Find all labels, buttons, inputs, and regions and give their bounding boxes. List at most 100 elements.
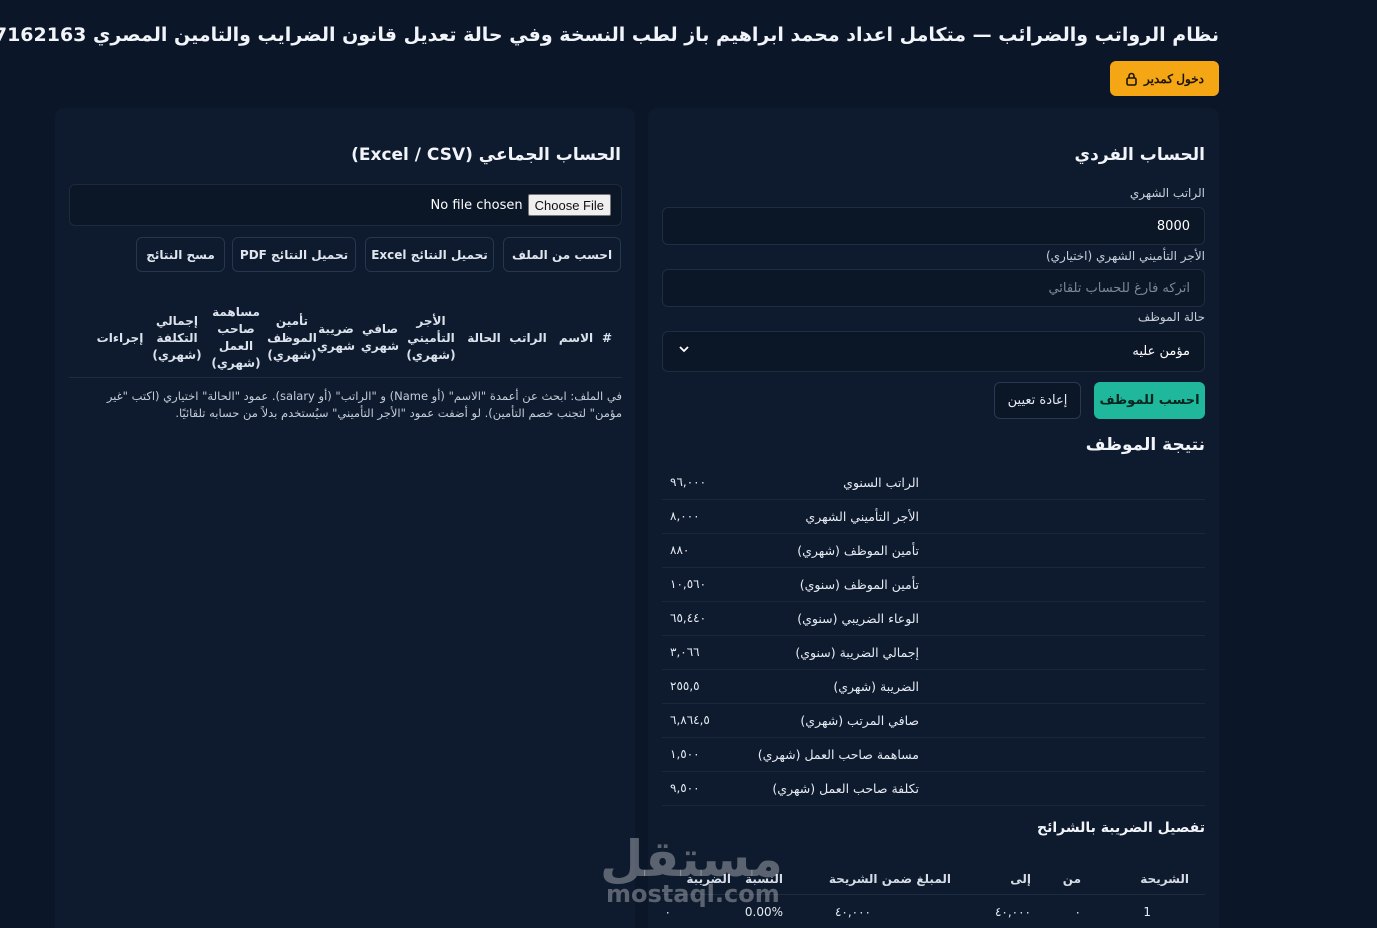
column-header: الحالة	[466, 330, 502, 347]
result-value: ٨٨٠	[670, 543, 690, 557]
result-value: ٣,٠٦٦	[670, 645, 700, 659]
result-label: إجمالي الضريبة (سنوي)	[795, 645, 919, 660]
column-header-line: إجمالي	[156, 313, 198, 328]
result-value: ٦,٨٦٤,٥	[670, 713, 710, 727]
brackets-header: الضريبة	[686, 872, 731, 886]
column-header-line: (شهري)	[211, 356, 261, 370]
single-title: الحساب الفردي	[1074, 145, 1205, 165]
brackets-cell: ٠	[664, 905, 671, 919]
result-value: ٨,٠٠٠	[670, 509, 700, 523]
result-row: تأمين الموظف (شهري) ٨٨٠	[662, 534, 1205, 568]
brackets-title: تفصيل الضريبة بالشرائح	[1037, 820, 1205, 836]
calculate-employee-button[interactable]: احسب للموظف	[1094, 382, 1205, 419]
result-row: مساهمة صاحب العمل (شهري) ١,٥٠٠	[662, 738, 1205, 772]
salary-label: الراتب الشهري	[1129, 186, 1205, 200]
result-row: الأجر التأميني الشهري ٨,٠٠٠	[662, 500, 1205, 534]
result-label: تكلفة صاحب العمل (شهري)	[772, 781, 919, 796]
result-row: تكلفة صاحب العمل (شهري) ٩,٥٠٠	[662, 772, 1205, 806]
column-header-line: #	[601, 330, 613, 345]
column-header-line: الراتب	[509, 330, 547, 345]
brackets-cell: 1	[1143, 905, 1151, 919]
column-header: ضريبة شهري	[314, 321, 358, 355]
column-header-line: العمل	[218, 339, 254, 353]
result-value: ٦٥,٤٤٠	[670, 611, 707, 625]
column-header-line: إجراءات	[96, 330, 144, 345]
result-label: الأجر التأميني الشهري	[805, 509, 919, 524]
result-value: ١,٥٠٠	[670, 747, 700, 761]
brackets-divider	[662, 894, 1205, 895]
download-pdf-button[interactable]: تحميل النتائج PDF	[232, 237, 356, 272]
result-label: مساهمة صاحب العمل (شهري)	[757, 747, 919, 762]
column-header: مساهمة صاحب العمل (شهري)	[208, 304, 264, 372]
column-header: صافي شهري	[360, 321, 400, 355]
brackets-cell: ٤٠,٠٠٠	[834, 905, 871, 919]
file-input[interactable]: No file chosen Choose File	[69, 184, 622, 226]
column-header-line: التكلفة	[156, 330, 198, 345]
chevron-down-icon	[679, 346, 689, 353]
lock-icon	[1126, 72, 1137, 86]
page-title: نظام الرواتب والضرائب — متكامل اعداد محم…	[0, 24, 1219, 46]
status-select[interactable]: مؤمن عليه	[662, 331, 1205, 372]
result-value: ٩,٥٠٠	[670, 781, 700, 795]
brackets-header: الشريحة	[1140, 872, 1189, 886]
brackets-header: من	[1062, 872, 1081, 886]
employee-result-title: نتيجة الموظف	[1085, 435, 1205, 455]
result-row: الضريبة (شهري) ٢٥٥,٥	[662, 670, 1205, 704]
column-header-line: مساهمة	[212, 305, 260, 319]
column-header-line: صاحب	[217, 322, 255, 336]
column-header-line: الحالة	[467, 330, 501, 345]
brackets-cell: ٤٠,٠٠٠	[994, 905, 1031, 919]
clear-results-button[interactable]: مسح النتائج	[136, 237, 225, 272]
result-row: الوعاء الضريبي (سنوي) ٦٥,٤٤٠	[662, 602, 1205, 636]
result-row: تأمين الموظف (سنوي) ١٠,٥٦٠	[662, 568, 1205, 602]
column-header-line: (شهري)	[267, 347, 317, 362]
download-excel-button[interactable]: تحميل النتائج Excel	[365, 237, 494, 272]
column-header-line: ضريبة	[318, 322, 354, 336]
admin-login-button[interactable]: دخول كمدير	[1110, 61, 1219, 96]
result-row: إجمالي الضريبة (سنوي) ٣,٠٦٦	[662, 636, 1205, 670]
column-header: الأجر التأميني (شهري)	[404, 313, 458, 364]
result-row: صافي المرتب (شهري) ٦,٨٦٤,٥	[662, 704, 1205, 738]
file-status: No file chosen	[430, 197, 523, 213]
admin-login-label: دخول كمدير	[1144, 71, 1204, 86]
bulk-title: الحساب الجماعي (Excel / CSV)	[351, 145, 621, 165]
status-label: حالة الموظف	[1137, 310, 1205, 324]
column-header: الاسم	[556, 330, 596, 347]
column-header: إجمالي التكلفة (شهري)	[150, 313, 204, 364]
choose-file-button[interactable]: Choose File	[527, 194, 611, 216]
column-header-line: التأميني	[407, 330, 455, 345]
brackets-header: المبلغ ضمن الشريحة	[828, 872, 951, 886]
column-header: إجراءات	[94, 330, 146, 347]
result-label: الضريبة (شهري)	[833, 679, 919, 694]
column-header: #	[600, 330, 614, 347]
single-panel: الحساب الفردي الراتب الشهري 8000 الأجر ا…	[648, 108, 1219, 928]
insured-wage-input[interactable]: اتركه فارغ للحساب تلقائي	[662, 269, 1205, 307]
column-header: الراتب	[508, 330, 548, 347]
result-label: صافي المرتب (شهري)	[800, 713, 919, 728]
bulk-table-header: # الاسم الراتب الحالة الأجر التأميني (شهري) صاف…	[69, 298, 622, 378]
column-header-line: الأجر	[416, 313, 446, 328]
brackets-header: إلى	[1010, 872, 1031, 886]
result-label: الوعاء الضريبي (سنوي)	[797, 611, 919, 626]
column-header-line: صافي	[361, 322, 399, 336]
reset-button[interactable]: إعادة تعيين	[994, 382, 1081, 419]
column-header: تأمين الموظف (شهري)	[266, 313, 318, 364]
column-header-line: الاسم	[558, 330, 594, 345]
bulk-panel: الحساب الجماعي (Excel / CSV) No file cho…	[55, 108, 635, 928]
status-selected-value: مؤمن عليه	[1132, 344, 1190, 359]
column-header-line: (شهري)	[406, 347, 456, 362]
insured-wage-label: الأجر التأميني الشهري (اختياري)	[1045, 249, 1205, 263]
brackets-cell: ٠	[1074, 905, 1081, 919]
result-label: الراتب السنوي	[843, 475, 919, 490]
column-header-line: شهري	[316, 339, 356, 353]
column-header-line: الموظف	[267, 330, 317, 345]
result-label: تأمين الموظف (شهري)	[797, 543, 919, 558]
file-help-note: في الملف: ابحث عن أعمدة "الاسم" (أو Name…	[106, 389, 622, 420]
result-value: ١٠,٥٦٠	[670, 577, 707, 591]
calc-from-file-button[interactable]: احسب من الملف	[503, 237, 621, 272]
result-row: الراتب السنوي ٩٦,٠٠٠	[662, 466, 1205, 500]
result-value: ٢٥٥,٥	[670, 679, 700, 693]
salary-input[interactable]: 8000	[662, 207, 1205, 245]
column-header-line: شهري	[360, 339, 400, 353]
result-value: ٩٦,٠٠٠	[670, 475, 707, 489]
